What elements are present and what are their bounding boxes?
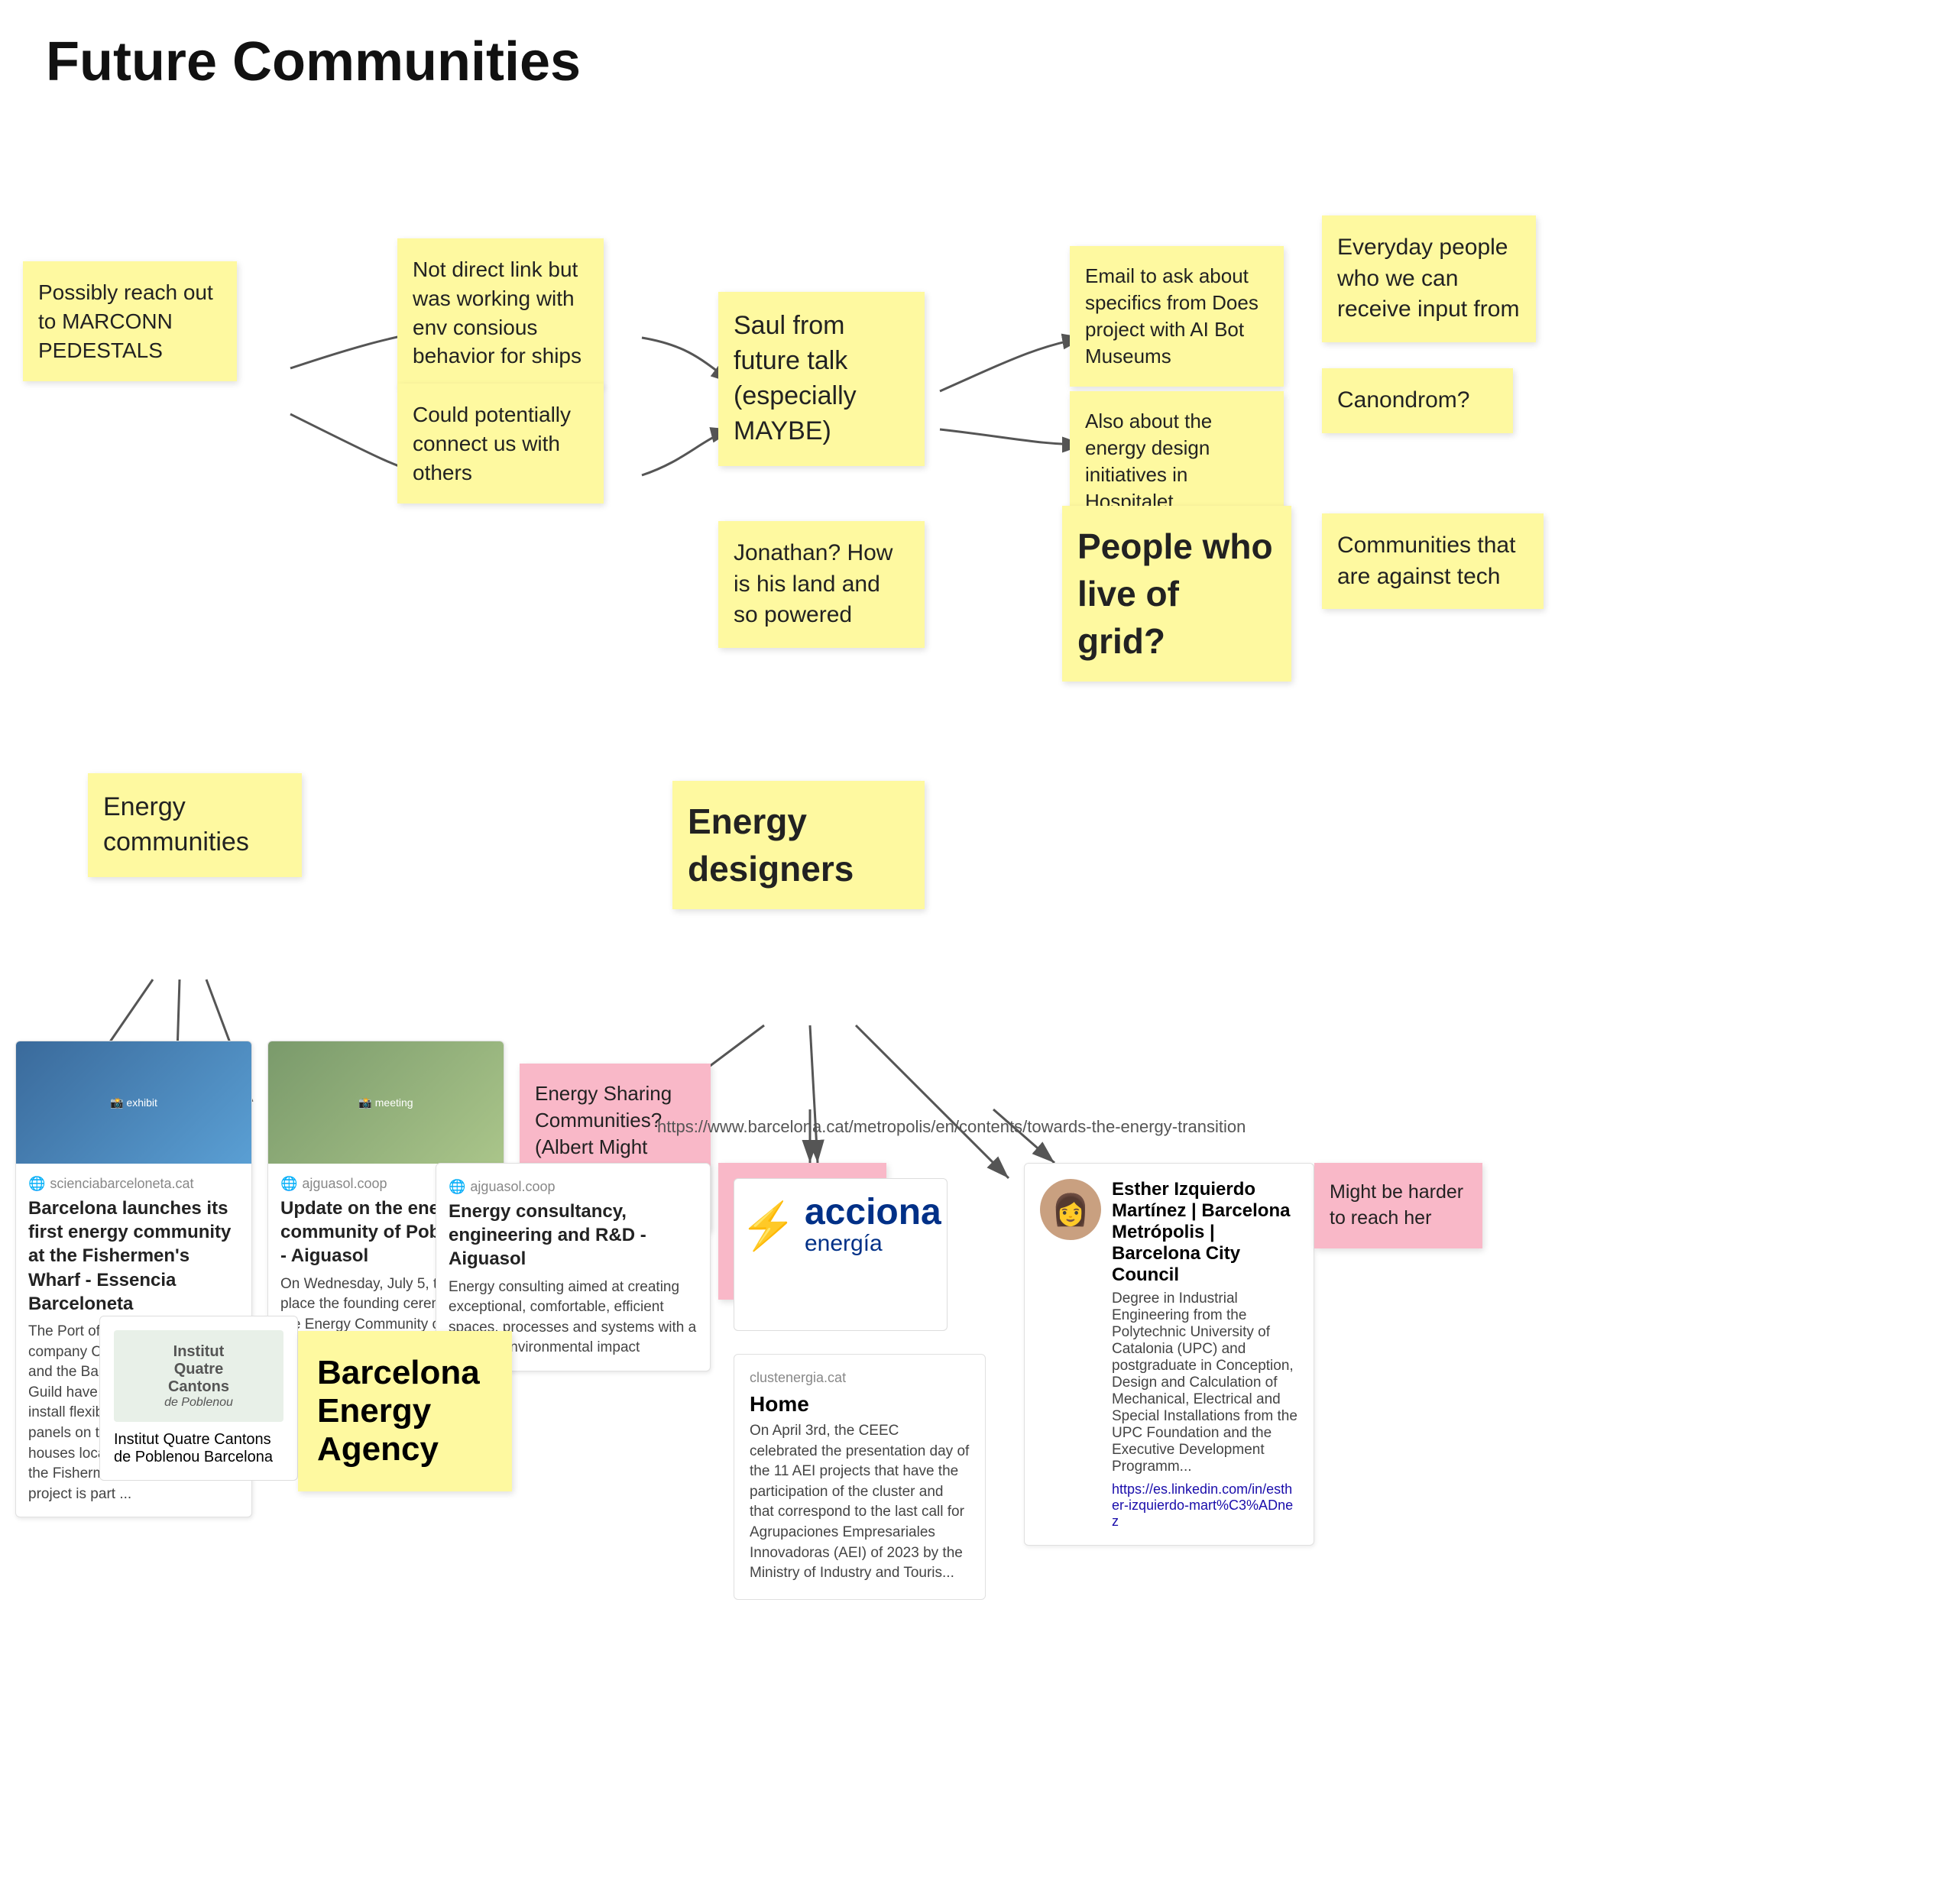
sticky-not-direct: Not direct link but was working with env… [397, 238, 604, 387]
acciona-logo[interactable]: ⚡ acciona energía [734, 1178, 948, 1331]
card-institut[interactable]: Institut Quatre Cantons de Poblenou Inst… [99, 1316, 298, 1481]
sticky-might-harder: Might be harder to reach her [1314, 1163, 1482, 1248]
card-site-barceloneta: 🌐 scienciabarceloneta.cat [28, 1176, 239, 1192]
sticky-barcelona-energy: Barcelona Energy Agency [298, 1331, 512, 1491]
profile-esther[interactable]: 👩 Esther Izquierdo Martínez | Barcelona … [1024, 1163, 1314, 1546]
canvas: Possibly reach out to MARCONN PEDESTALS … [0, 108, 1947, 1904]
sticky-canondrom: Canondrom? [1322, 368, 1513, 433]
profile-desc: Degree in Industrial Engineering from th… [1112, 1290, 1298, 1475]
card-site-aiguasol: 🌐 ajguasol.coop [449, 1179, 698, 1195]
sticky-people-offgrid: People who live of grid? [1062, 506, 1291, 682]
card-ceec[interactable]: clustenergia.cat Home On April 3rd, the … [734, 1354, 986, 1600]
card-title-aiguasol: Energy consultancy, engineering and R&D … [449, 1200, 698, 1271]
profile-name: Esther Izquierdo Martínez | Barcelona Me… [1112, 1179, 1298, 1286]
url-link: https://www.barcelona.cat/metropolis/en/… [657, 1117, 1246, 1137]
sticky-communities-against: Communities that are against tech [1322, 513, 1544, 609]
sticky-jonathan: Jonathan? How is his land and so powered [718, 521, 925, 648]
sticky-could-connect: Could potentially connect us with others [397, 384, 604, 504]
sticky-energy-designers: Energy designers [672, 781, 925, 909]
sticky-email-specifics: Email to ask about specifics from Does p… [1070, 246, 1284, 387]
profile-link: https://es.linkedin.com/in/esther-izquie… [1112, 1481, 1298, 1530]
card-title-barceloneta: Barcelona launches its first energy comm… [28, 1196, 239, 1316]
arrows-overlay [0, 108, 1947, 1904]
page-title: Future Communities [0, 0, 1947, 108]
institut-name: Institut Quatre Cantons de Poblenou Barc… [114, 1431, 283, 1466]
sticky-energy-communities: Energy communities [88, 773, 302, 877]
sticky-saul: Saul from future talk (especially MAYBE) [718, 292, 925, 466]
sticky-marconn: Possibly reach out to MARCONN PEDESTALS [23, 261, 237, 381]
sticky-everyday-people: Everyday people who we can receive input… [1322, 215, 1536, 342]
